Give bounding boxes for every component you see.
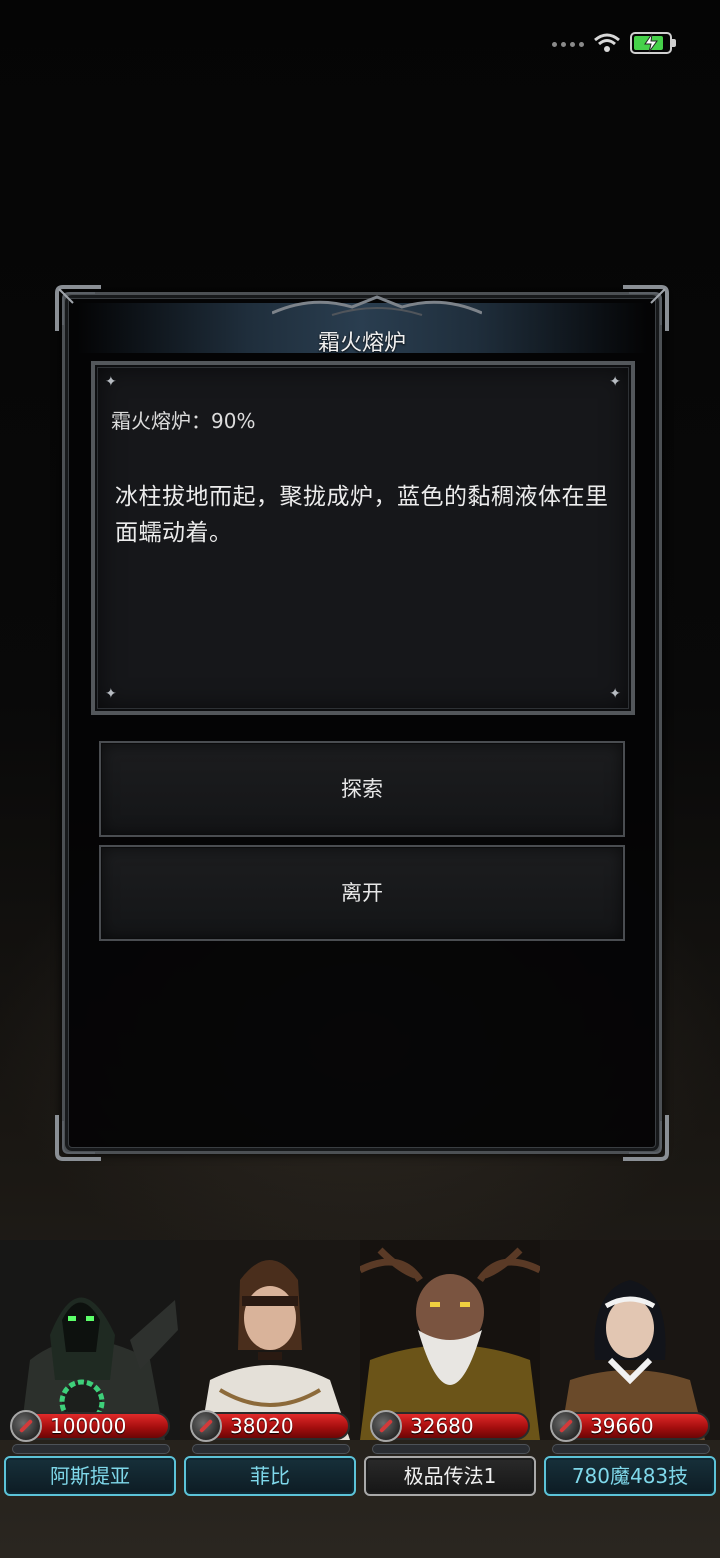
party-member-1[interactable]: 100000 阿斯提亚: [0, 1240, 180, 1558]
sword-icon: [550, 1410, 582, 1442]
frame-ornament: [55, 1115, 101, 1161]
sword-icon: [370, 1410, 402, 1442]
member-name: 780魔483技: [544, 1456, 716, 1496]
furnace-progress-text: 霜火熔炉：90%: [111, 409, 256, 433]
hp-value: 39660: [590, 1414, 654, 1438]
party-member-4[interactable]: 39660 780魔483技: [540, 1240, 720, 1558]
mp-bar: [552, 1444, 710, 1454]
hp-bar: 32680: [370, 1410, 530, 1442]
hp-value: 38020: [230, 1414, 294, 1438]
sparkle-icon: ✦: [609, 374, 621, 390]
battery-icon: [630, 32, 676, 54]
title-bar: 霜火熔炉: [77, 295, 647, 356]
leave-button[interactable]: 离开: [99, 845, 625, 941]
title-ornament: [272, 295, 482, 316]
signal-icon: [552, 42, 586, 48]
wifi-icon: [594, 33, 620, 52]
event-dialog: 霜火熔炉 ✦ ✦ ✦ ✦ 霜火熔炉：90% 冰柱拔地而起，聚拢成炉，蓝色的黏稠液…: [55, 285, 669, 1161]
sword-icon: [10, 1410, 42, 1442]
event-description: 冰柱拔地而起，聚拢成炉，蓝色的黏稠液体在里面蠕动着。: [115, 484, 609, 546]
game-screen: 霜火熔炉 ✦ ✦ ✦ ✦ 霜火熔炉：90% 冰柱拔地而起，聚拢成炉，蓝色的黏稠液…: [0, 0, 720, 1558]
dialog-title: 霜火熔炉: [317, 331, 406, 356]
party-member-3[interactable]: 32680 极品传法1: [360, 1240, 540, 1558]
charging-bolt-icon: [644, 33, 658, 53]
sparkle-icon: ✦: [105, 374, 117, 390]
sword-icon: [190, 1410, 222, 1442]
sparkle-icon: ✦: [105, 686, 117, 702]
frame-ornament: [623, 1115, 669, 1161]
mp-bar: [192, 1444, 350, 1454]
member-name: 阿斯提亚: [4, 1456, 176, 1496]
member-name: 菲比: [184, 1456, 356, 1496]
sparkle-icon: ✦: [609, 686, 621, 702]
member-name: 极品传法1: [364, 1456, 536, 1496]
hp-bar: 38020: [190, 1410, 350, 1442]
explore-button[interactable]: 探索: [99, 741, 625, 837]
hp-bar: 39660: [550, 1410, 710, 1442]
status-bar: [552, 28, 692, 60]
party-bar: 100000 阿斯提亚 38020 菲比 32680 极品传法1 39660 7…: [0, 1240, 720, 1558]
mp-bar: [12, 1444, 170, 1454]
hp-value: 32680: [410, 1414, 474, 1438]
hp-bar: 100000: [10, 1410, 170, 1442]
event-text-panel: ✦ ✦ ✦ ✦ 霜火熔炉：90% 冰柱拔地而起，聚拢成炉，蓝色的黏稠液体在里面蠕…: [91, 361, 635, 715]
party-member-2[interactable]: 38020 菲比: [180, 1240, 360, 1558]
mp-bar: [372, 1444, 530, 1454]
hp-value: 100000: [50, 1414, 127, 1438]
